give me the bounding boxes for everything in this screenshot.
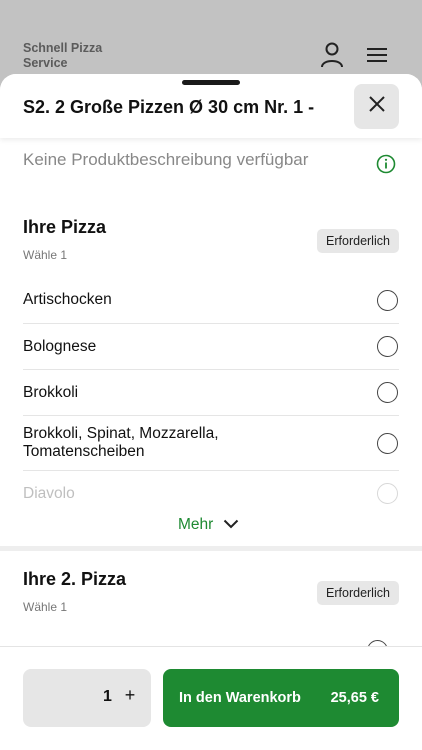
info-icon[interactable] bbox=[376, 154, 396, 179]
radio-button[interactable] bbox=[377, 382, 398, 403]
radio-button[interactable] bbox=[377, 289, 398, 311]
cart-price: 25,65 € bbox=[330, 690, 379, 706]
increment-button[interactable]: + bbox=[121, 685, 139, 706]
hamburger-menu-icon[interactable] bbox=[366, 42, 388, 73]
option-label: Diavolo bbox=[23, 484, 75, 502]
chevron-down-icon bbox=[223, 516, 239, 534]
section-subtitle-pizza-2: Wähle 1 bbox=[23, 600, 68, 614]
option-row[interactable]: Diavolo bbox=[23, 471, 399, 516]
option-row[interactable]: Brokkoli, Spinat, Mozzarella, Tomatensch… bbox=[23, 416, 399, 471]
radio-button[interactable] bbox=[377, 432, 398, 454]
sheet-grabber-handle[interactable] bbox=[182, 80, 240, 85]
show-more-label: Mehr bbox=[178, 516, 214, 533]
quantity-value: 1 bbox=[103, 688, 112, 705]
show-more-button[interactable]: Mehr bbox=[178, 516, 239, 534]
option-row[interactable]: Bolognese bbox=[23, 324, 399, 370]
radio-button[interactable] bbox=[377, 336, 398, 357]
option-label: Brokkoli bbox=[23, 383, 79, 401]
option-row[interactable]: Artischocken bbox=[23, 277, 399, 324]
option-label: Artischocken bbox=[23, 291, 112, 308]
radio-button[interactable] bbox=[377, 483, 398, 504]
quantity-stepper[interactable]: 1 + bbox=[23, 669, 151, 727]
add-to-cart-button[interactable]: In den Warenkorb 25,65 € bbox=[163, 669, 399, 727]
add-to-cart-label: In den Warenkorb bbox=[179, 690, 301, 706]
product-title: S2. 2 Große Pizzen Ø 30 cm Nr. 1 - bbox=[23, 97, 315, 117]
section-title-pizza-2: Ihre 2. Pizza bbox=[23, 569, 127, 589]
required-badge: Erforderlich bbox=[317, 229, 399, 253]
option-label: Brokkoli, Spinat, Mozzarella, Tomatensch… bbox=[23, 425, 219, 460]
section-title-pizza-1: Ihre Pizza bbox=[23, 217, 107, 237]
option-row[interactable]: Brokkoli bbox=[23, 370, 399, 416]
close-icon bbox=[368, 95, 386, 118]
user-icon[interactable] bbox=[320, 42, 344, 73]
section-subtitle-pizza-1: Wähle 1 bbox=[23, 248, 68, 262]
close-button[interactable] bbox=[354, 84, 399, 129]
option-label: Bolognese bbox=[23, 337, 97, 355]
product-description: Keine Produktbeschreibung verfügbar bbox=[23, 150, 309, 169]
required-badge: Erforderlich bbox=[317, 581, 399, 605]
order-footer: 1 + In den Warenkorb 25,65 € bbox=[0, 646, 422, 750]
sheet-title-bar: S2. 2 Große Pizzen Ø 30 cm Nr. 1 - bbox=[0, 74, 422, 138]
section-divider bbox=[0, 546, 422, 551]
brand-logo-text[interactable]: Schnell Pizza Service bbox=[23, 41, 143, 71]
